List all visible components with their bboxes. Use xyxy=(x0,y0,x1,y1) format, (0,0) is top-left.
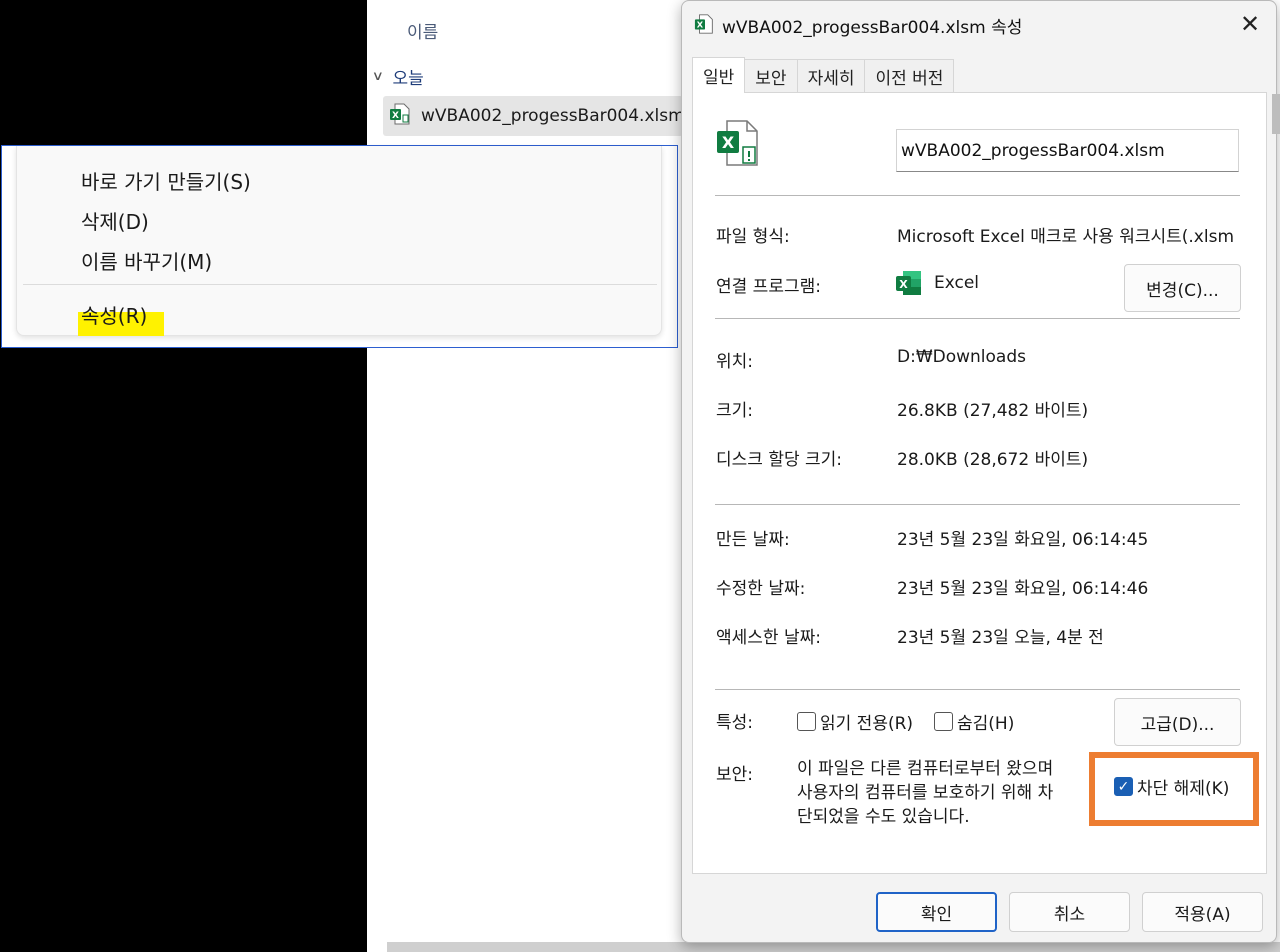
excel-file-icon: X xyxy=(694,13,716,39)
tab-details[interactable]: 자세히 xyxy=(796,59,866,93)
accessed-label: 액세스한 날짜: xyxy=(716,628,821,648)
tab-security[interactable]: 보안 xyxy=(744,59,798,93)
security-message-line: 사용자의 컴퓨터를 보호하기 위해 차 xyxy=(797,783,1054,803)
change-program-button[interactable]: 변경(C)... xyxy=(1124,264,1241,312)
checkmark-icon[interactable]: ✓ xyxy=(1114,777,1133,796)
disk-size-value: 28.0KB (28,672 바이트) xyxy=(897,450,1089,470)
checkbox-unchecked[interactable] xyxy=(934,712,953,731)
divider xyxy=(715,318,1240,319)
security-message: 이 파일은 다른 컴퓨터로부터 왔으며 사용자의 컴퓨터를 보호하기 위해 차 … xyxy=(797,757,1097,829)
advanced-button[interactable]: 고급(D)... xyxy=(1114,698,1241,746)
chevron-down-icon: ∨ xyxy=(371,69,384,84)
file-type-value: Microsoft Excel 매크로 사용 워크시트(.xlsm xyxy=(897,227,1235,247)
file-type-label: 파일 형식: xyxy=(716,227,790,247)
menu-item-rename[interactable]: 이름 바꾸기(M) xyxy=(81,246,212,275)
accessed-value: 23년 5월 23일 오늘, 4분 전 xyxy=(897,628,1104,648)
svg-text:X: X xyxy=(722,133,735,152)
group-label: 오늘 xyxy=(392,69,424,89)
tab-bar: 일반 보안 자세히 이전 버전 xyxy=(692,57,955,93)
divider xyxy=(715,689,1240,690)
created-label: 만든 날짜: xyxy=(716,530,790,550)
hidden-label: 숨김(H) xyxy=(957,714,1015,734)
security-label: 보안: xyxy=(716,765,754,785)
size-label: 크기: xyxy=(716,401,754,421)
svg-text:X: X xyxy=(697,20,704,30)
context-menu: 바로 가기 만들기(S) 삭제(D) 이름 바꾸기(M) 속성(R) xyxy=(16,146,662,336)
divider xyxy=(715,195,1240,196)
general-tab-panel: X 파일 형식: Microsoft Excel 매크로 사용 워크시트(.xl… xyxy=(692,92,1267,874)
excel-macro-file-icon: X xyxy=(715,117,763,173)
dialog-title: wVBA002_progessBar004.xlsm 속성 xyxy=(722,18,1023,38)
excel-app-icon: X xyxy=(895,269,923,301)
file-list-item[interactable]: X wVBA002_progessBar004.xlsm xyxy=(383,96,685,136)
properties-dialog: X wVBA002_progessBar004.xlsm 속성 ✕ 일반 보안 … xyxy=(681,0,1277,943)
cancel-button[interactable]: 취소 xyxy=(1009,892,1130,932)
unblock-checkbox[interactable]: ✓ 차단 해제(K) xyxy=(1114,774,1234,799)
location-label: 위치: xyxy=(716,352,754,372)
modified-label: 수정한 날짜: xyxy=(716,579,806,599)
readonly-label: 읽기 전용(R) xyxy=(820,714,914,734)
hidden-checkbox[interactable]: 숨김(H) xyxy=(934,709,1014,734)
checkbox-unchecked[interactable] xyxy=(797,712,816,731)
menu-item-delete[interactable]: 삭제(D) xyxy=(81,206,149,235)
menu-separator xyxy=(23,284,657,285)
location-value: D:₩Downloads xyxy=(897,347,1026,367)
open-with-label: 연결 프로그램: xyxy=(716,277,821,297)
apply-button[interactable]: 적용(A) xyxy=(1142,892,1263,932)
group-header-today[interactable]: ∨ 오늘 xyxy=(371,64,424,89)
file-name-field[interactable] xyxy=(896,129,1239,172)
svg-text:X: X xyxy=(392,111,399,121)
tab-general[interactable]: 일반 xyxy=(692,57,746,93)
ok-button[interactable]: 확인 xyxy=(876,892,997,932)
context-menu-frame: 바로 가기 만들기(S) 삭제(D) 이름 바꾸기(M) 속성(R) xyxy=(1,145,678,348)
file-name: wVBA002_progessBar004.xlsm xyxy=(421,106,685,126)
size-value: 26.8KB (27,482 바이트) xyxy=(897,401,1089,421)
close-button[interactable]: ✕ xyxy=(1230,7,1270,41)
vertical-scrollbar[interactable] xyxy=(1272,94,1280,134)
divider xyxy=(715,504,1240,505)
security-message-line: 이 파일은 다른 컴퓨터로부터 왔으며 xyxy=(797,759,1054,779)
excel-file-icon: X xyxy=(389,102,413,131)
close-icon: ✕ xyxy=(1239,10,1261,38)
menu-item-properties[interactable]: 속성(R) xyxy=(81,300,147,329)
created-value: 23년 5월 23일 화요일, 06:14:45 xyxy=(897,530,1149,550)
svg-text:X: X xyxy=(899,278,908,291)
attributes-label: 특성: xyxy=(716,713,754,733)
open-with-value: Excel xyxy=(934,273,980,293)
security-message-line: 단되었을 수도 있습니다. xyxy=(797,807,970,827)
horizontal-scrollbar[interactable] xyxy=(387,942,1280,952)
tab-previous-versions[interactable]: 이전 버전 xyxy=(864,59,955,93)
menu-item-create-shortcut[interactable]: 바로 가기 만들기(S) xyxy=(81,166,251,195)
disk-size-label: 디스크 할당 크기: xyxy=(716,450,843,470)
column-header-name[interactable]: 이름 xyxy=(407,18,438,43)
modified-value: 23년 5월 23일 화요일, 06:14:46 xyxy=(897,579,1149,599)
readonly-checkbox[interactable]: 읽기 전용(R) xyxy=(797,709,913,734)
unblock-label: 차단 해제(K) xyxy=(1137,779,1230,799)
